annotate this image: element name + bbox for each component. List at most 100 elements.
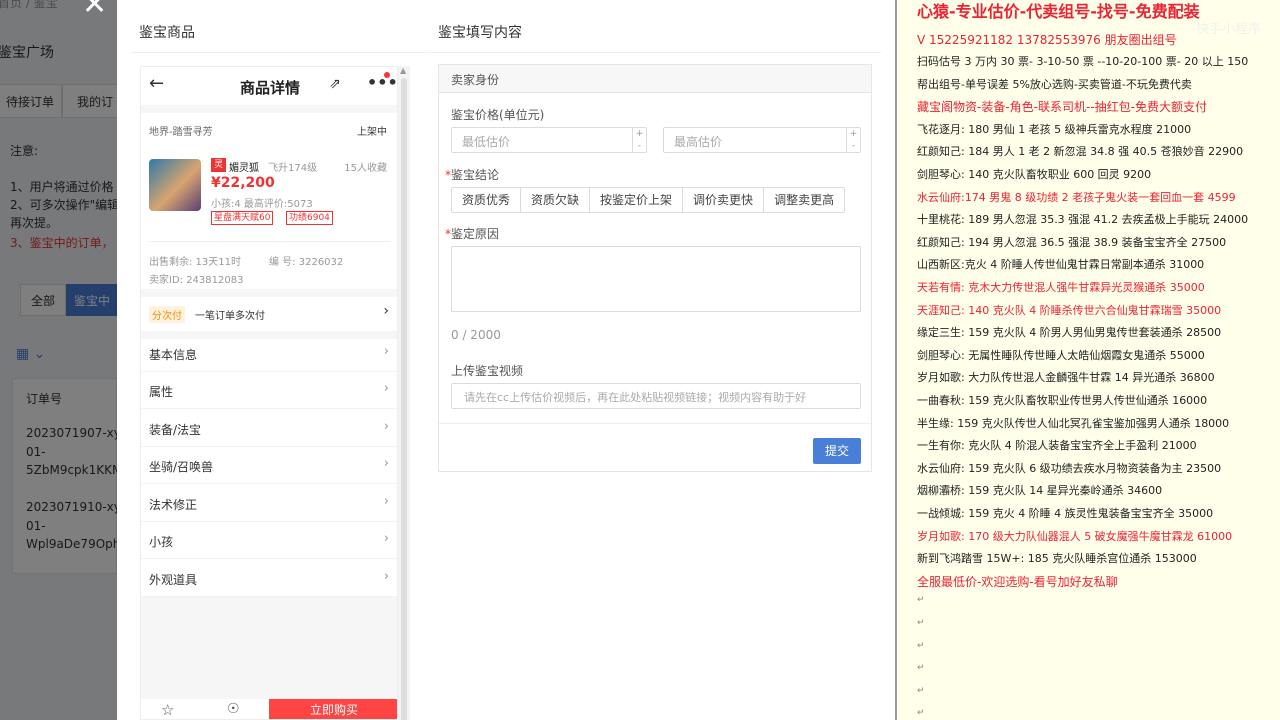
- chevron-right-icon: ›: [383, 303, 389, 319]
- chevron-right-icon: ›: [383, 531, 389, 546]
- doc-line: 半生缘: 159 克火队传世人仙北冥孔雀宝鉴加强男人通杀 18000: [917, 416, 1230, 430]
- doc-headline: 心猿-专业估价-代卖组号-找号-免费配装: [917, 2, 1200, 21]
- installment-row[interactable]: 分次付 一笔订单多次付 ›: [141, 299, 397, 329]
- overlay-document-panel: 心猿-专业估价-代卖组号-找号-免费配装 V 15225921182 13782…: [895, 0, 1280, 720]
- price-label: 鉴宝价格(单位元): [451, 108, 545, 122]
- preview-scrollbar[interactable]: ▲: [398, 66, 410, 720]
- preview-title: 商品详情: [239, 79, 300, 97]
- menu-attributes[interactable]: 属性 ›: [141, 372, 397, 409]
- option-list-at-price[interactable]: 按鉴定价上架: [590, 188, 684, 212]
- chevron-right-icon: ›: [383, 419, 389, 434]
- divider: [131, 52, 425, 53]
- option-sell-higher[interactable]: 调整卖更高: [764, 188, 844, 212]
- watermark: 快手小程序: [1196, 22, 1262, 37]
- video-label: 上传鉴宝视频: [451, 364, 524, 378]
- chevron-right-icon: ›: [383, 456, 389, 471]
- menu-label: 小孩: [149, 535, 174, 549]
- appraisal-form-title: 鉴宝填写内容: [438, 25, 522, 41]
- appraisal-item-title: 鉴宝商品: [139, 25, 195, 41]
- doc-line: 藏宝阁物资-装备-角色-联系司机--抽红包-免费大额支付: [917, 100, 1207, 115]
- reason-label: *鉴定原因: [445, 227, 500, 241]
- doc-line: 全服最低价-欢迎选购-看号加好友私聊: [917, 574, 1118, 589]
- form-section-header: 卖家身份: [439, 65, 871, 93]
- min-price-input[interactable]: 最低估价 + -: [451, 127, 647, 153]
- doc-line: 红颜知己: 184 男人 1 老 2 新忽混 34.8 强 40.5 苍狼妙音 …: [917, 145, 1244, 159]
- chevron-right-icon: ›: [383, 494, 389, 509]
- more-icon[interactable]: •••: [367, 73, 397, 92]
- doc-line: 十里桃花: 189 男人忽混 35.3 强混 41.2 去疾孟极上手能玩 240…: [917, 213, 1249, 227]
- role-badge: 灵: [211, 158, 227, 172]
- preview-bottom-bar: ☆ ☉ 立即购买: [141, 699, 397, 719]
- option-excellent[interactable]: 资质优秀: [452, 188, 522, 212]
- doc-line: 天涯知己: 140 克火队 4 阶睡杀传世六合仙鬼甘霖瑞雪 35000: [917, 303, 1222, 317]
- share-icon[interactable]: ⇗: [329, 76, 341, 92]
- menu-label: 外观道具: [149, 573, 198, 587]
- reason-textarea[interactable]: [451, 246, 861, 312]
- doc-line: 岁月如歌: 170 级大力队仙器混人 5 破女魔强牛魔甘霖龙 61000: [917, 529, 1233, 543]
- doc-line: 天若有情: 克木大力传世混人强牛甘霖异光灵猴通杀 35000: [917, 281, 1205, 294]
- menu-label: 坐骑/召唤兽: [149, 460, 214, 474]
- status-badge: 上架中: [357, 127, 387, 138]
- paragraph-mark-icon: ↵: [917, 663, 925, 674]
- conclusion-label: *鉴宝结论: [445, 168, 500, 182]
- doc-line: 岁月如歌: 大力队传世混人金麟强牛甘霖 14 异光通杀 36800: [917, 371, 1215, 385]
- doc-line: 帮出组号-单号误差 5%放心选购-买卖管道-不玩免费代卖: [917, 77, 1192, 91]
- option-sell-faster[interactable]: 调价卖更快: [683, 188, 765, 212]
- paragraph-mark-icon: ↵: [917, 685, 925, 696]
- doc-line: 水云仙府:174 男鬼 8 级功绩 2 老孩子鬼火装一套回血一套 4599: [917, 190, 1236, 204]
- item-meta: 小孩:4 最高评价:5073: [211, 199, 313, 210]
- doc-line: 一战倾城: 159 克火 4 阶睡 4 族灵性鬼装备宝宝齐全 35000: [917, 507, 1214, 520]
- paragraph-mark-icon: ↵: [917, 595, 925, 606]
- buy-now-button[interactable]: 立即购买: [269, 699, 397, 719]
- menu-mounts[interactable]: 坐骑/召唤兽 ›: [141, 447, 397, 484]
- divider: [426, 52, 881, 53]
- avatar: [149, 159, 201, 211]
- option-lacking[interactable]: 资质欠缺: [521, 188, 591, 212]
- chevron-right-icon: ›: [383, 381, 389, 396]
- divider: [141, 105, 397, 113]
- doc-line: 一生有你: 克火队 4 阶混人装备宝宝齐全上手盈利 21000: [917, 439, 1197, 453]
- scrollbar-thumb[interactable]: [401, 78, 407, 720]
- doc-line: 缘定三生: 159 克火队 4 阶男人男仙男鬼传世套装通杀 28500: [917, 326, 1222, 340]
- doc-line: 扫码估号 3 万内 30 票- 3-10-50 票 --10-20-100 票-…: [917, 55, 1249, 68]
- role-name: 媚灵狐: [229, 163, 259, 174]
- menu-basic-info[interactable]: 基本信息 ›: [141, 335, 397, 372]
- notification-dot: [384, 72, 390, 78]
- chevron-right-icon: ›: [383, 344, 389, 359]
- tag-talent: 星盘满天赋60: [211, 211, 274, 225]
- menu-appearance[interactable]: 外观道具 ›: [141, 560, 397, 597]
- video-link-input[interactable]: 请先在cc上传估价视频后，再在此处粘贴视频链接；视频内容有助于好: [451, 383, 861, 409]
- price: ¥22,200: [211, 175, 275, 191]
- doc-line: 山西新区:克火 4 阶睡人传世仙鬼甘霖日常副本通杀 31000: [917, 258, 1205, 272]
- price-stepper[interactable]: + -: [846, 128, 860, 152]
- video-placeholder: 请先在cc上传估价视频后，再在此处粘贴视频链接；视频内容有助于好: [464, 391, 807, 404]
- submit-button[interactable]: 提交: [813, 438, 861, 464]
- conclusion-options: 资质优秀 资质欠缺 按鉴定价上架 调价卖更快 调整卖更高: [451, 187, 846, 213]
- star-icon[interactable]: ☆: [161, 701, 174, 719]
- doc-line: 飞花逐月: 180 男仙 1 老孩 5 级神兵雷克水程度 21000: [917, 122, 1192, 136]
- menu-label: 基本信息: [149, 348, 198, 362]
- seller-id: 卖家ID: 243812083: [149, 275, 244, 286]
- price-stepper[interactable]: + -: [632, 128, 646, 152]
- installment-badge: 分次付: [149, 306, 185, 323]
- menu-children[interactable]: 小孩 ›: [141, 522, 397, 559]
- paragraph-mark-icon: ↵: [917, 618, 925, 628]
- preview-spacer: [141, 597, 397, 699]
- shop-icon[interactable]: ☉: [227, 701, 240, 717]
- scroll-up-icon[interactable]: ▲: [400, 66, 406, 75]
- doc-line: 一曲春秋: 159 克火队畜牧职业传世男人传世仙通杀 16000: [917, 394, 1208, 407]
- server-name: 地界-踏雪寻芳: [149, 127, 213, 138]
- tag-merit: 功绩6904: [286, 211, 333, 225]
- max-price-input[interactable]: 最高估价 + -: [663, 127, 861, 153]
- menu-equipment[interactable]: 装备/法宝 ›: [141, 410, 397, 447]
- installment-text: 一笔订单多次付: [195, 311, 265, 322]
- menu-label: 属性: [149, 385, 174, 399]
- serial-number: 编 号: 3226032: [269, 257, 344, 268]
- doc-contact: V 15225921182 13782553976 朋友圈出组号: [917, 33, 1177, 47]
- conclusion-label-text: 鉴宝结论: [451, 168, 500, 182]
- char-counter: 0 / 2000: [451, 328, 501, 342]
- reason-label-text: 鉴定原因: [451, 227, 500, 241]
- doc-line: 新到飞鸿踏雪 15W+: 185 克火队睡杀宫位通杀 153000: [917, 552, 1197, 566]
- menu-spell-correction[interactable]: 法术修正 ›: [141, 485, 397, 522]
- close-icon[interactable]: ✕: [82, 0, 107, 20]
